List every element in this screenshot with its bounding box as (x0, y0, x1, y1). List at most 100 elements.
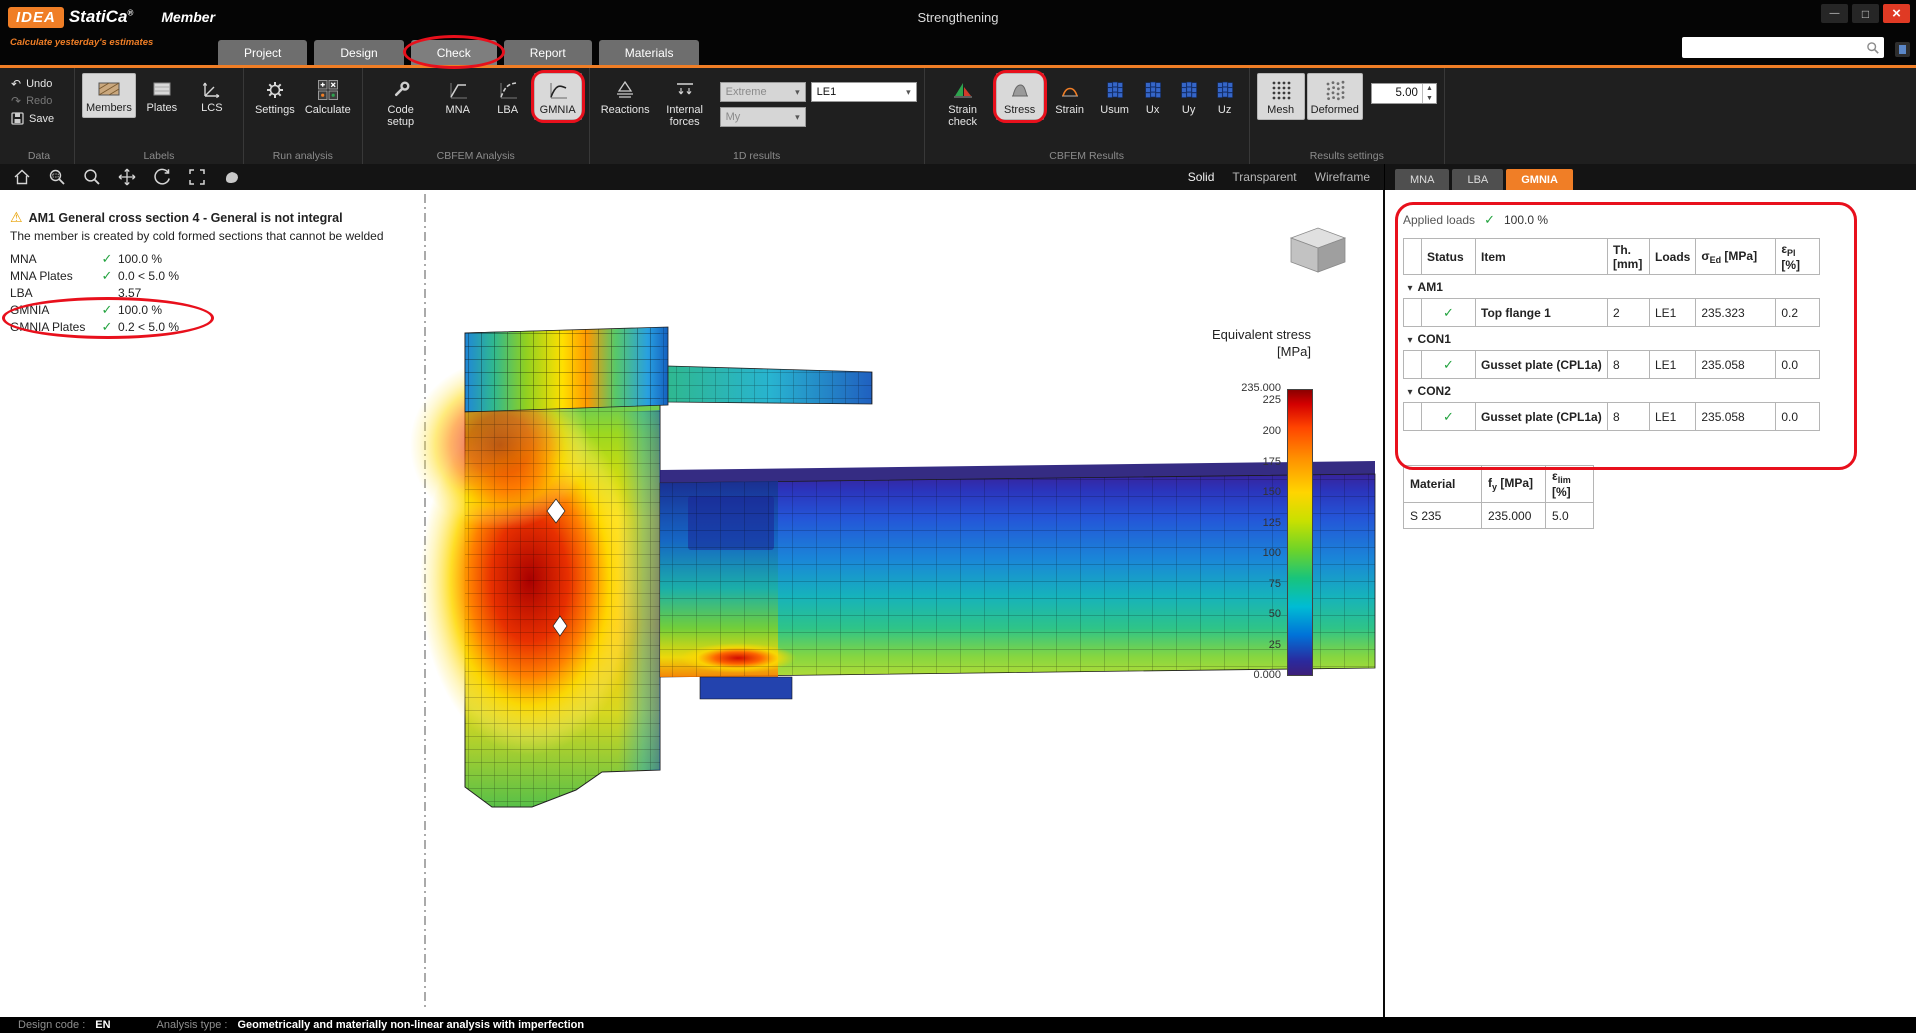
code-setup-button[interactable]: Code setup (370, 73, 432, 132)
collapse-icon[interactable] (1406, 280, 1418, 294)
legend-tick: 225 (1211, 394, 1281, 406)
wrench-icon (390, 79, 412, 101)
ux-button[interactable]: Ux (1136, 73, 1170, 120)
idea-logo-box: IDEA (8, 7, 64, 28)
deformed-button[interactable]: Deformed (1307, 73, 1363, 120)
ribbon-group-1d-results: Reactions Internal forces Extreme LE1 My… (590, 68, 925, 164)
undo-button[interactable]: ↶Undo (11, 78, 67, 90)
calculate-button[interactable]: Calculate (301, 73, 355, 120)
scale-spinner[interactable]: 5.00 ▲▼ (1371, 83, 1437, 104)
legend-tick: 125 (1211, 517, 1281, 529)
home-view-icon[interactable] (12, 167, 32, 187)
search-input[interactable] (1682, 41, 1866, 55)
check-icon (102, 268, 113, 283)
spinner-up-icon[interactable]: ▲ (1423, 84, 1436, 94)
orbit-icon[interactable] (152, 167, 172, 187)
results-panel: Applied loads 100.0 % Status Item Th.[mm… (1385, 190, 1916, 1017)
deformed-icon (1324, 79, 1346, 101)
tab-report[interactable]: Report (504, 40, 592, 65)
group-row-am1[interactable]: AM1 (1404, 275, 1820, 299)
idea-statica-logo: IDEA StatiCa® (8, 7, 133, 28)
reactions-icon (614, 79, 636, 101)
material-table: Material fy [MPa] εlim [%] S 235 235.000… (1403, 465, 1594, 529)
zoom-fit-icon[interactable] (187, 167, 207, 187)
view-cube[interactable] (1281, 224, 1355, 276)
reactions-button[interactable]: Reactions (597, 73, 654, 120)
ribbon-group-labels: Members Plates LCS Labels (75, 68, 244, 164)
save-button[interactable]: Save (11, 112, 67, 125)
result-row-mna-plates: MNA Plates0.0 < 5.0 % (10, 268, 430, 284)
lcs-button[interactable]: LCS (188, 73, 236, 118)
tab-materials[interactable]: Materials (599, 40, 700, 65)
appearance-icon[interactable] (222, 167, 242, 187)
uz-button[interactable]: Uz (1208, 73, 1242, 120)
collapse-icon[interactable] (1406, 384, 1418, 398)
loadcase-dropdown[interactable]: LE1 (811, 82, 917, 102)
redo-button[interactable]: ↷Redo (11, 95, 67, 107)
analysis-type-label: Analysis type : (157, 1019, 228, 1031)
check-icon (1443, 305, 1454, 320)
legend-title: Equivalent stress [MPa] (1212, 326, 1311, 360)
tab-design[interactable]: Design (314, 40, 403, 65)
display-mode-wireframe[interactable]: Wireframe (1315, 170, 1370, 184)
table-row: S 235 235.000 5.0 (1404, 503, 1594, 529)
ux-icon (1142, 79, 1164, 101)
internal-forces-button[interactable]: Internal forces (656, 73, 714, 132)
legend-tick: 100 (1211, 547, 1281, 559)
group-row-con1[interactable]: CON1 (1404, 327, 1820, 351)
plates-button[interactable]: Plates (138, 73, 186, 118)
model-viewport[interactable]: AM1 General cross section 4 - General is… (0, 190, 1385, 1017)
usum-button[interactable]: Usum (1096, 73, 1134, 120)
tab-lba-results[interactable]: LBA (1452, 169, 1503, 190)
app-window: IDEA StatiCa® Member Strengthening Calcu… (0, 0, 1916, 1033)
uy-button[interactable]: Uy (1172, 73, 1206, 120)
mesh-button[interactable]: Mesh (1257, 73, 1305, 120)
mna-button[interactable]: MNA (434, 73, 482, 120)
tab-mna-results[interactable]: MNA (1395, 169, 1449, 190)
tab-project[interactable]: Project (218, 40, 307, 65)
extreme-dropdown[interactable]: Extreme (720, 82, 806, 102)
legend-tick: 25 (1211, 639, 1281, 651)
tagline: Calculate yesterday's estimates (10, 37, 153, 48)
table-row[interactable]: Gusset plate (CPL1a) 8 LE1 235.058 0.0 (1404, 351, 1820, 379)
strain-check-button[interactable]: Strain check (932, 73, 994, 132)
warning-text: The member is created by cold formed sec… (10, 229, 430, 243)
design-code-value: EN (95, 1019, 110, 1031)
display-mode-transparent[interactable]: Transparent (1232, 170, 1296, 184)
legend-tick: 200 (1211, 425, 1281, 437)
minimize-button[interactable] (1821, 4, 1848, 23)
titlebar: IDEA StatiCa® Member Strengthening (0, 0, 1916, 34)
internal-forces-icon (674, 79, 696, 101)
tab-gmnia-results[interactable]: GMNIA (1506, 169, 1573, 190)
ribbon-group-data: ↶Undo ↷Redo Save Data (4, 68, 75, 164)
statusbar: Design code : EN Analysis type : Geometr… (0, 1017, 1916, 1033)
group-row-con2[interactable]: CON2 (1404, 379, 1820, 403)
pan-icon[interactable] (117, 167, 137, 187)
strain-button[interactable]: Strain (1046, 73, 1094, 120)
maximize-button[interactable] (1852, 4, 1879, 23)
members-button[interactable]: Members (82, 73, 136, 118)
lba-button[interactable]: LBA (484, 73, 532, 120)
mesh-icon (1270, 79, 1292, 101)
design-code-label: Design code : (18, 1019, 85, 1031)
table-row[interactable]: Gusset plate (CPL1a) 8 LE1 235.058 0.0 (1404, 403, 1820, 431)
panel-toggle-icon[interactable] (1895, 42, 1910, 57)
main-tab-bar: Calculate yesterday's estimates Project … (0, 34, 1916, 68)
lcs-icon (200, 79, 224, 99)
result-row-gmnia-plates: GMNIA Plates0.2 < 5.0 % (10, 319, 225, 335)
table-row[interactable]: Top flange 1 2 LE1 235.323 0.2 (1404, 299, 1820, 327)
stress-button[interactable]: Stress (996, 73, 1044, 120)
close-button[interactable] (1883, 4, 1910, 23)
collapse-icon[interactable] (1406, 332, 1418, 346)
window-title: Strengthening (0, 10, 1916, 25)
my-dropdown[interactable]: My (720, 107, 806, 127)
search-icon[interactable] (1866, 41, 1880, 55)
display-mode-solid[interactable]: Solid (1188, 170, 1215, 184)
zoom-icon[interactable] (82, 167, 102, 187)
applied-loads-row: Applied loads 100.0 % (1403, 212, 1916, 228)
gmnia-button[interactable]: GMNIA (534, 73, 582, 120)
settings-button[interactable]: Settings (251, 73, 299, 120)
spinner-down-icon[interactable]: ▼ (1423, 94, 1436, 104)
tab-check[interactable]: Check (411, 40, 497, 65)
zoom-window-icon[interactable] (47, 167, 67, 187)
